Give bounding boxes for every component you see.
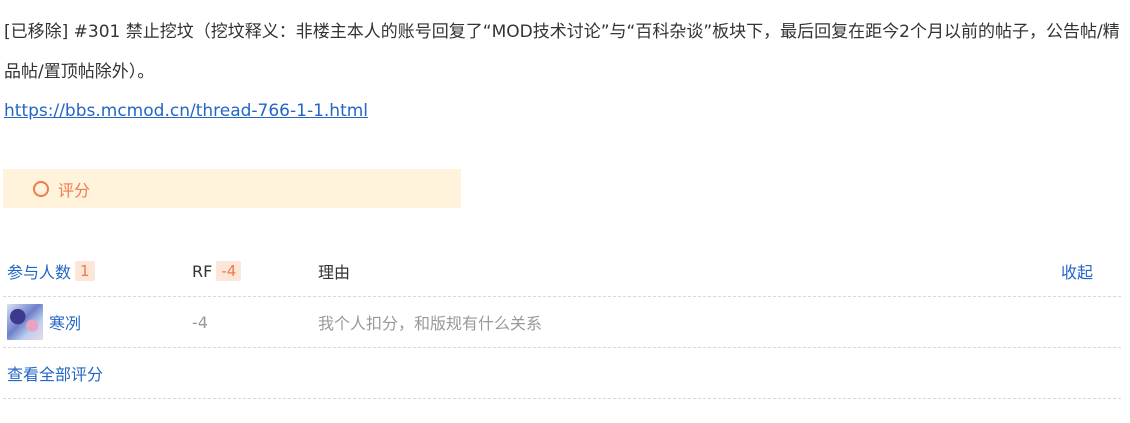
collapse-column: 收起 [1061, 246, 1093, 296]
rate-header-bar[interactable]: 评分 [3, 169, 461, 208]
thread-link[interactable]: https://bbs.mcmod.cn/thread-766-1-1.html [4, 96, 368, 126]
reason-label: 理由 [318, 263, 351, 282]
rater-score: -4 [192, 312, 208, 332]
participants-label: 参与人数 [7, 263, 72, 282]
rate-header-label: 评分 [58, 180, 91, 200]
reason-cell: 我个人扣分，和版规有什么关系 [318, 297, 542, 347]
view-all-row: 查看全部评分 [3, 348, 1121, 399]
rf-total-badge: -4 [216, 261, 242, 281]
view-all-ratings-link[interactable]: 查看全部评分 [7, 361, 103, 385]
circle-icon [33, 180, 49, 197]
participants-column: 参与人数 1 [7, 246, 95, 296]
rate-table: 参与人数 1 RF -4 理由 收起 寒冽 -4 我个人扣分，和版规有什么关系 … [3, 246, 1121, 399]
score-cell: -4 [192, 297, 208, 347]
rater-username[interactable]: 寒冽 [49, 310, 81, 334]
post-body-text: [已移除] #301 禁止挖坟（挖坟释义：非楼主本人的账号回复了“MOD技术讨论… [4, 22, 1120, 82]
rater-reason: 我个人扣分，和版规有什么关系 [318, 314, 543, 333]
table-row: 寒冽 -4 我个人扣分，和版规有什么关系 [3, 297, 1121, 348]
participants-count-badge: 1 [75, 261, 95, 281]
reason-column: 理由 [318, 246, 350, 296]
view-all-cell: 查看全部评分 [7, 348, 103, 398]
rater-cell: 寒冽 [7, 297, 81, 347]
rf-column: RF -4 [192, 246, 242, 296]
rf-label: RF [192, 261, 213, 281]
rate-table-header: 参与人数 1 RF -4 理由 收起 [3, 246, 1121, 297]
collapse-link[interactable]: 收起 [1061, 259, 1093, 283]
avatar[interactable] [7, 304, 43, 340]
